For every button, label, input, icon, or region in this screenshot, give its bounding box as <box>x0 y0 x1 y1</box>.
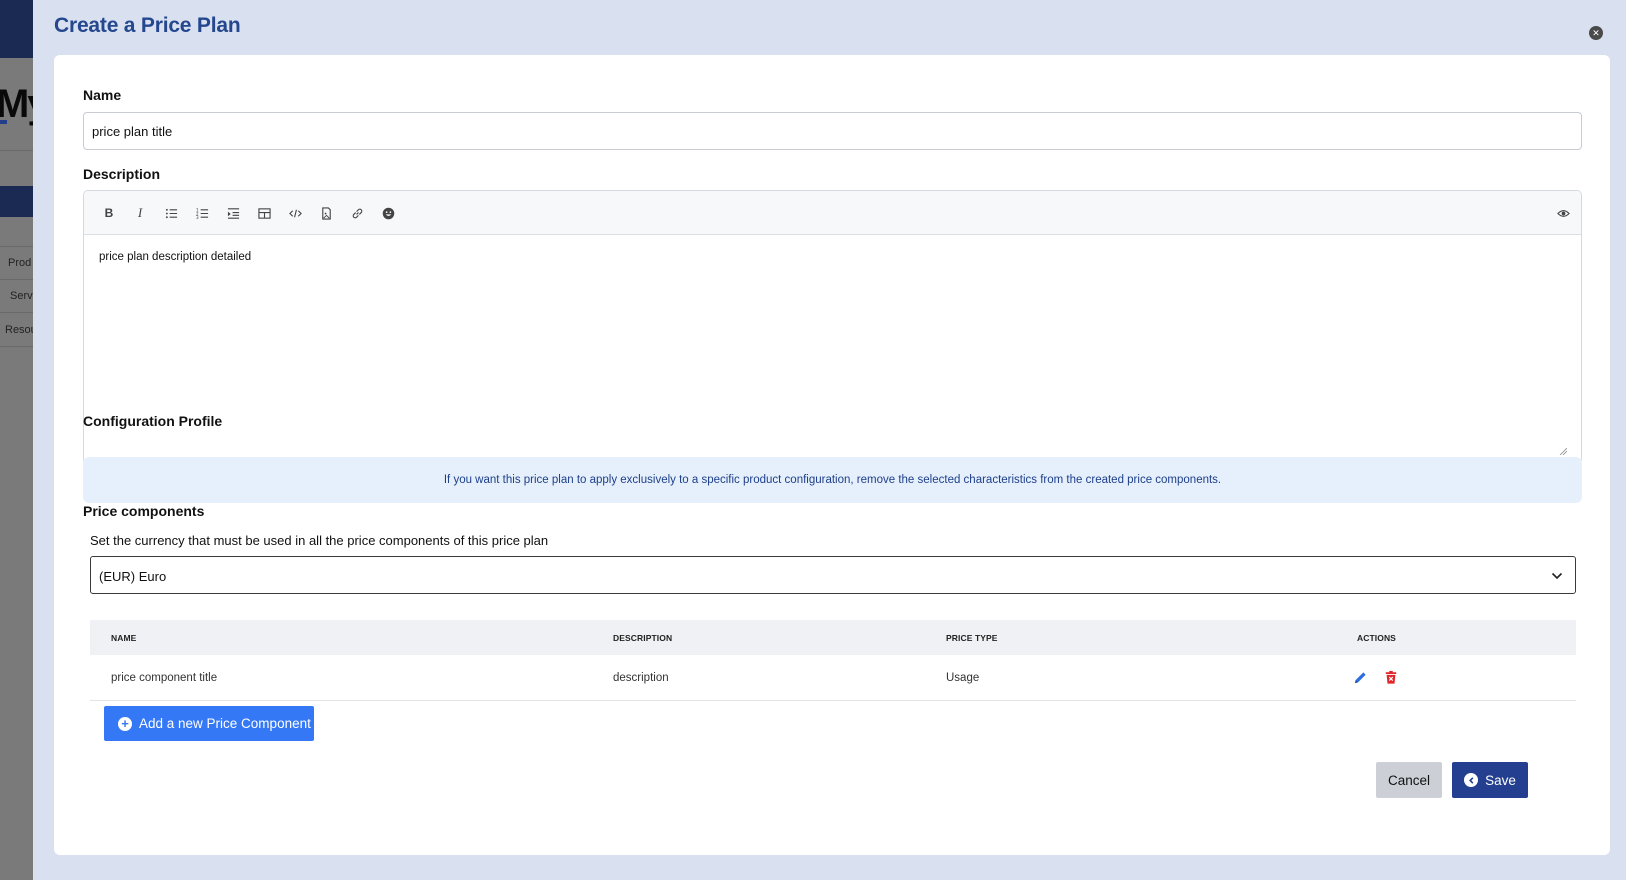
save-label: Save <box>1485 772 1516 788</box>
price-component-name: price component title <box>111 672 218 684</box>
background-logo-accent <box>0 120 7 124</box>
bulleted-list-icon[interactable] <box>161 204 181 222</box>
code-icon[interactable] <box>285 204 305 222</box>
price-components-table: NAME DESCRIPTION PRICE TYPE ACTIONS pric… <box>90 620 1576 701</box>
chevron-down-icon <box>1551 572 1563 580</box>
background-nav-item: Prod <box>8 257 32 269</box>
save-icon <box>1464 773 1479 787</box>
modal-title: Create a Price Plan <box>54 14 241 37</box>
description-label: Description <box>83 166 161 182</box>
emoji-icon[interactable] <box>378 204 398 222</box>
description-editor[interactable]: B I 123 price plan description detailed <box>83 190 1582 464</box>
indent-icon[interactable] <box>223 204 243 222</box>
plus-circle-icon: + <box>118 716 132 731</box>
image-icon[interactable] <box>316 204 336 222</box>
svg-text:3: 3 <box>196 215 199 220</box>
table-header: NAME DESCRIPTION PRICE TYPE ACTIONS <box>90 620 1576 655</box>
close-icon[interactable]: ✕ <box>1589 26 1603 40</box>
numbered-list-icon[interactable]: 123 <box>192 204 212 222</box>
configuration-info-box: If you want this price plan to apply exc… <box>83 457 1582 503</box>
description-text: price plan description detailed <box>99 251 252 263</box>
add-price-component-button[interactable]: + Add a new Price Component <box>104 706 314 741</box>
table-icon[interactable] <box>254 204 274 222</box>
delete-icon[interactable] <box>1383 669 1399 685</box>
column-header-actions: ACTIONS <box>1357 633 1396 643</box>
italic-icon[interactable]: I <box>130 204 150 222</box>
save-button[interactable]: Save <box>1452 762 1528 798</box>
price-component-price-type: Usage <box>946 672 980 684</box>
create-price-plan-modal: Create a Price Plan ✕ Name Description B… <box>33 0 1626 880</box>
column-header-description: DESCRIPTION <box>613 633 673 643</box>
column-header-price-type: PRICE TYPE <box>946 633 998 643</box>
currency-select-value: (EUR) Euro <box>99 569 167 584</box>
link-icon[interactable] <box>347 204 367 222</box>
configuration-profile-label: Configuration Profile <box>83 413 223 429</box>
name-label: Name <box>83 87 122 103</box>
resize-grip-icon[interactable] <box>1559 447 1567 455</box>
form-panel: Name Description B I 123 <box>54 55 1610 855</box>
price-components-label: Price components <box>83 503 205 519</box>
edit-icon[interactable] <box>1352 669 1368 685</box>
name-input[interactable] <box>83 112 1582 150</box>
preview-eye-icon[interactable] <box>1553 204 1573 222</box>
cancel-button[interactable]: Cancel <box>1376 762 1442 798</box>
currency-select[interactable]: (EUR) Euro <box>90 556 1576 594</box>
configuration-info-text: If you want this price plan to apply exc… <box>443 474 1222 486</box>
currency-helper-text: Set the currency that must be used in al… <box>90 533 549 548</box>
background-nav-item: Serv <box>10 290 33 302</box>
price-component-description: description <box>613 672 669 684</box>
column-header-name: NAME <box>111 633 137 643</box>
editor-toolbar: B I 123 <box>84 191 1581 235</box>
add-price-component-label: Add a new Price Component <box>139 716 311 731</box>
bold-icon[interactable]: B <box>99 204 119 222</box>
table-row: price component title description Usage <box>90 655 1576 701</box>
